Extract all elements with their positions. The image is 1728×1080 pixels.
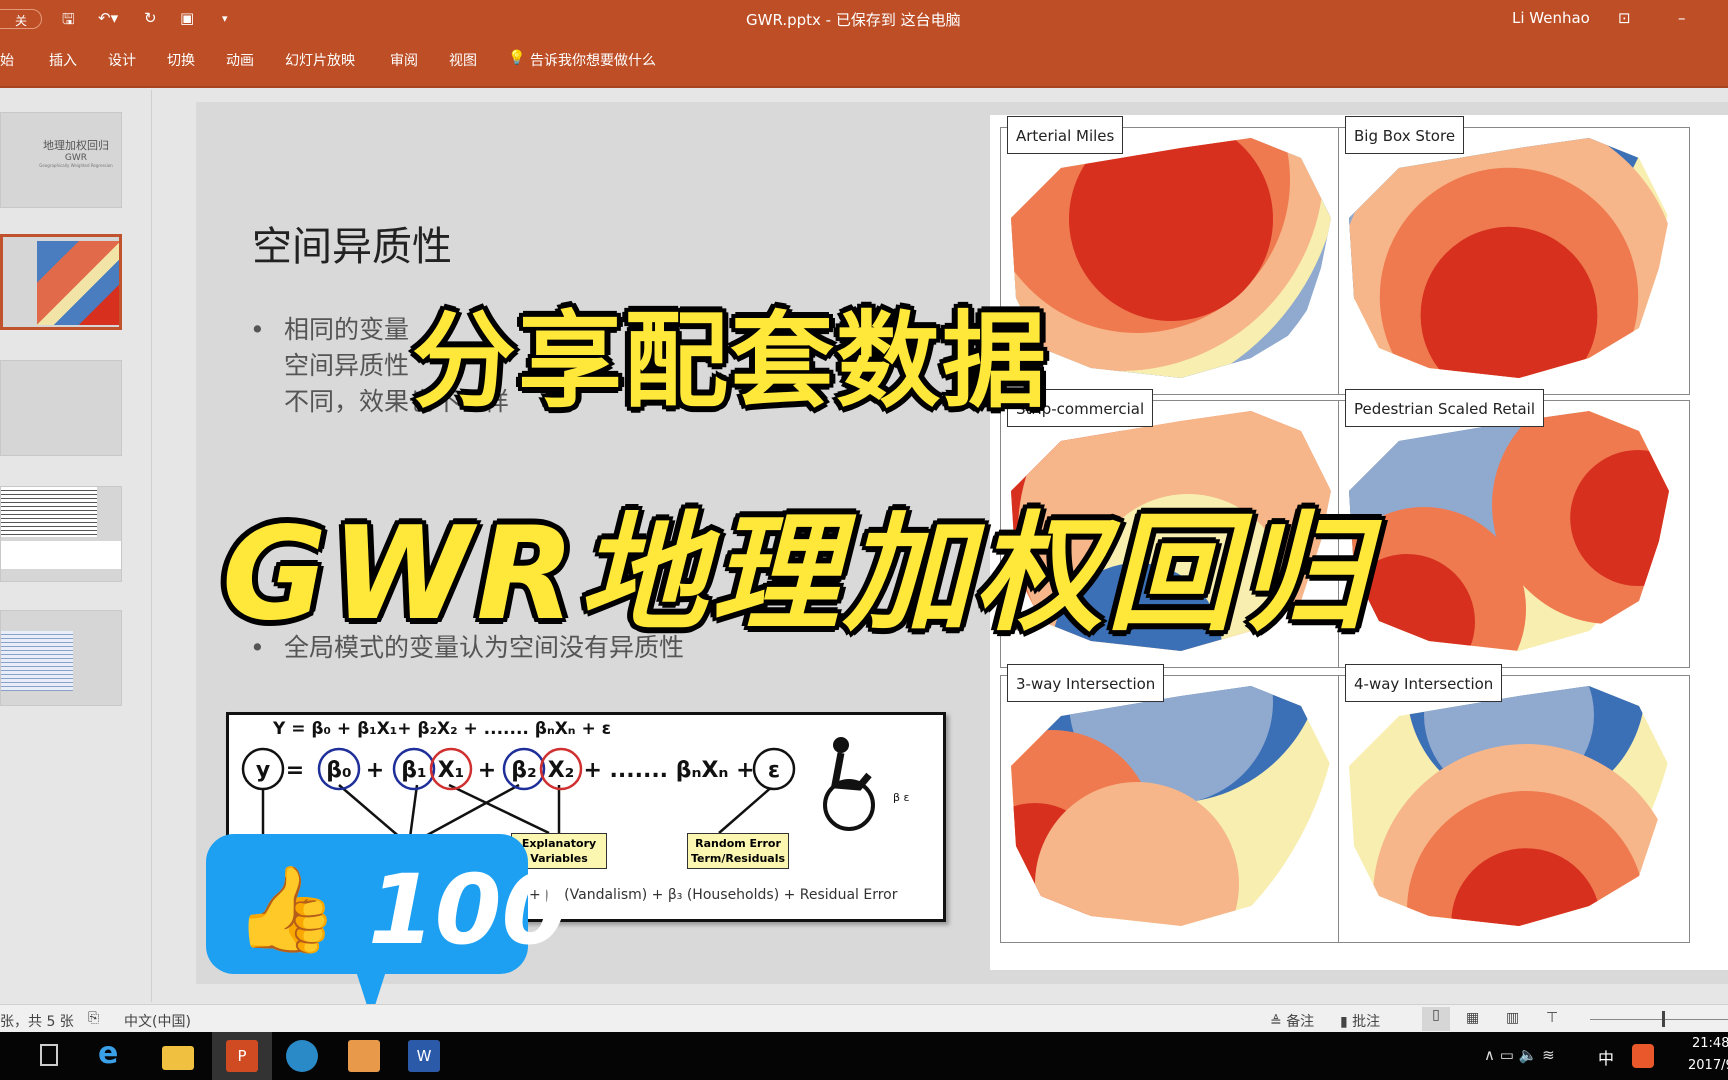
tray-icons[interactable]: ∧ ▭ 🔈 ≋ [1484,1046,1555,1064]
slide-thumbnail-3[interactable] [0,360,122,456]
zoom-slider[interactable] [1590,1011,1728,1027]
comments-label: 批注 [1352,1014,1381,1030]
slide-thumbnail-1[interactable]: 地理加权回归 GWR Geographically Weighted Regre… [0,112,122,208]
autosave-toggle[interactable]: 关 [0,9,42,29]
sogou-icon[interactable] [1632,1044,1654,1068]
redo-icon[interactable]: ↻ [144,9,157,27]
map-panel-label: Arterial Miles [1007,116,1124,154]
wheelchair-figure-icon: β ε [823,737,910,831]
word-icon[interactable]: W [408,1040,440,1072]
term-b2: β₂ [511,758,536,783]
comments-button[interactable]: ▮ 批注 [1340,1011,1380,1031]
svg-text:+: + [478,758,496,783]
undo-icon[interactable]: ↶▾ [98,9,118,27]
tab-animations[interactable]: 动画 [226,50,254,70]
normal-view-button[interactable]: ▯ [1422,1007,1450,1031]
map-panel-label: Pedestrian Scaled Retail [1345,389,1545,427]
slide-thumbnail-panel[interactable]: 地理加权回归 GWR Geographically Weighted Regre… [0,90,152,1002]
photos-app-icon[interactable] [348,1040,380,1072]
choropleth-map [1011,686,1331,926]
tab-review[interactable]: 审阅 [390,50,418,70]
choropleth-map [1349,686,1669,926]
svg-text:+: + [366,758,384,783]
user-name[interactable]: Li Wenhao [1512,9,1590,27]
ribbon: 开始 插入 设计 切换 动画 幻灯片放映 审阅 视图 💡 告诉我你想要做什么 [0,40,1728,88]
tell-me-input[interactable]: 告诉我你想要做什么 [530,50,656,70]
tab-slideshow[interactable]: 幻灯片放映 [285,50,355,70]
slide-thumbnail-5[interactable] [0,610,122,706]
choropleth-map [1011,138,1331,378]
map-panel-label: 4-way Intersection [1345,664,1503,702]
tab-insert[interactable]: 插入 [49,50,77,70]
tab-view[interactable]: 视图 [449,50,477,70]
overlay-headline-1: 分享配套数据 [410,299,1049,424]
thumbs-up-icon: 👍 [234,860,339,958]
like-count: 100 [368,854,569,966]
term-epsilon: ε [768,758,780,783]
autosave-label: 关 [15,14,28,28]
taskbar: e P W ∧ ▭ 🔈 ≋ 中 21:48 2017/9 [0,1032,1728,1080]
slide-sorter-button[interactable]: ▦ [1466,1010,1479,1026]
lightbulb-icon: 💡 [508,50,526,66]
map-panel-label: 3-way Intersection [1007,664,1165,702]
term-x1: X₁ [438,758,465,783]
svg-text:=: = [286,758,304,783]
reading-view-button[interactable]: ▥ [1506,1010,1519,1026]
ime-indicator[interactable]: 中 [1598,1045,1614,1069]
term-y: y [256,758,270,783]
save-icon[interactable]: 🖫 [62,9,75,34]
map-panel: Big Box Store [1338,116,1690,395]
choropleth-map [1349,411,1669,651]
language-indicator[interactable]: 中文(中国) [124,1011,191,1031]
map-panel: Arterial Miles [1000,116,1352,395]
thumb-caption: Geographically Weighted Regression [39,163,113,168]
clock-time[interactable]: 21:48 [1692,1036,1728,1051]
tab-transitions[interactable]: 切换 [167,50,195,70]
clock-date[interactable]: 2017/9 [1688,1058,1728,1073]
slide-thumbnail-2[interactable] [0,234,122,330]
map-panel: 3-way Intersection [1000,664,1352,943]
term-x2: X₂ [548,758,575,783]
term-b0: β₀ [326,758,351,783]
search-app-icon[interactable] [286,1040,318,1072]
file-explorer-icon[interactable] [162,1046,194,1070]
map-panel: 4-way Intersection [1338,664,1690,943]
task-view-icon[interactable] [40,1044,58,1066]
spellcheck-icon[interactable]: ⎘ [88,1010,99,1026]
formula-bottom: + β₂ (Vandalism) + β₃ (Households) + Res… [529,887,898,903]
thumb-subtitle: GWR [64,153,88,163]
thumb-maps [37,241,119,325]
callout-error: Random Error Term/Residuals [687,833,789,869]
slide-thumbnail-4[interactable] [0,486,122,582]
slideshow-icon[interactable]: ▣ [180,9,194,27]
ie-icon[interactable]: e [98,1036,130,1071]
tab-design[interactable]: 设计 [108,50,136,70]
like-badge: 👍 100 [206,834,568,974]
thumb-title: 地理加权回归 [43,139,109,152]
map-panel: Pedestrian Scaled Retail [1338,389,1690,668]
powerpoint-icon[interactable]: P [226,1040,258,1072]
slide-counter: 张，共 5 张 [0,1014,74,1030]
document-title: GWR.pptx - 已保存到 这台电脑 [746,11,961,29]
slide-title: 空间异质性 [252,224,452,270]
choropleth-map [1349,138,1669,378]
tab-home[interactable]: 开始 [0,50,14,70]
notes-label: 备注 [1286,1014,1315,1030]
title-bar: 关 🖫 ↶▾ ↻ ▣ ▾ GWR.pptx - 已保存到 这台电脑 Li Wen… [0,0,1728,40]
term-b1: β₁ [401,758,426,783]
formula-middle: + ....... βₙXₙ + [583,758,754,783]
figure-label: β ε [893,791,910,804]
minimize-button[interactable]: – [1678,9,1686,27]
overlay-headline-2: GWR地理加权回归 [221,499,1371,651]
notes-button[interactable]: ≜ 备注 [1270,1011,1314,1031]
slideshow-button[interactable]: ⊤ [1546,1010,1558,1026]
ribbon-display-icon[interactable]: ⊡ [1618,9,1631,27]
customize-icon[interactable]: ▾ [222,12,228,25]
map-panel-label: Big Box Store [1345,116,1465,154]
status-bar: 张，共 5 张 ⎘ 中文(中国) ≜ 备注 ▮ 批注 ▯ ▦ ▥ ⊤ [0,1004,1728,1032]
